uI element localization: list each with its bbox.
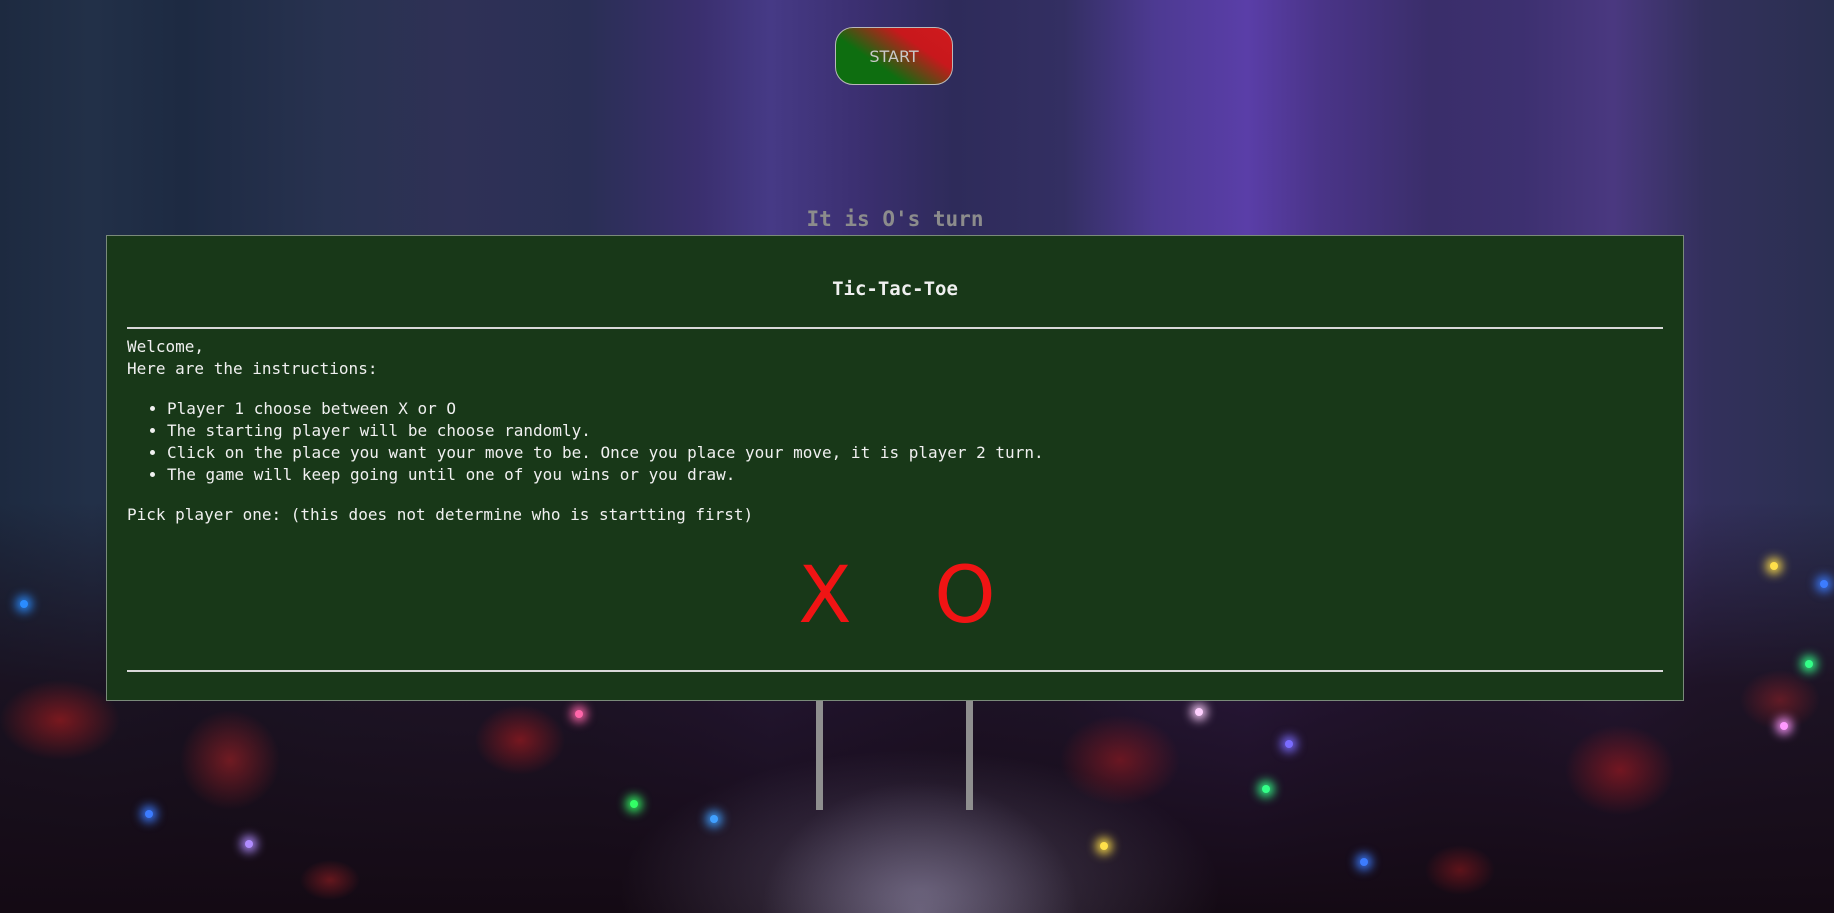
choose-o-button[interactable]: O [925,556,1005,636]
snow-path [760,780,1080,913]
instruction-item: Click on the place you want your move to… [167,442,1663,464]
light-bulb [145,810,153,818]
instruction-item: The game will keep going until one of yo… [167,464,1663,486]
instructions-modal: Tic-Tac-Toe Welcome, Here are the instru… [106,235,1684,701]
light-bulb [1262,785,1270,793]
light-bulb [1820,580,1828,588]
instructions-list: Player 1 choose between X or O The start… [127,398,1663,486]
divider [127,327,1663,329]
pick-player-prompt: Pick player one: (this does not determin… [127,505,754,524]
intro-text: Here are the instructions: [127,359,378,378]
light-bulb [1780,722,1788,730]
light-bulb [20,600,28,608]
light-bulb [1285,740,1293,748]
start-button[interactable]: START [835,27,953,85]
modal-body: Welcome, Here are the instructions: Play… [127,336,1663,526]
modal-title: Tic-Tac-Toe [832,278,958,300]
greeting-text: Welcome, [127,337,205,356]
divider [127,670,1663,672]
instruction-item: The starting player will be choose rando… [167,420,1663,442]
board-grid-line [966,700,973,810]
player-choice-row: X O [107,556,1683,636]
board-grid-line [816,700,823,810]
light-bulb [245,840,253,848]
light-bulb [1360,858,1368,866]
light-bulb [1770,562,1778,570]
light-bulb [1195,708,1203,716]
turn-status: It is O's turn [806,207,984,231]
light-bulb [630,800,638,808]
light-bulb [1805,660,1813,668]
light-bulb [1100,842,1108,850]
light-bulb [710,815,718,823]
light-bulb [575,710,583,718]
instruction-item: Player 1 choose between X or O [167,398,1663,420]
choose-x-button[interactable]: X [785,556,865,636]
